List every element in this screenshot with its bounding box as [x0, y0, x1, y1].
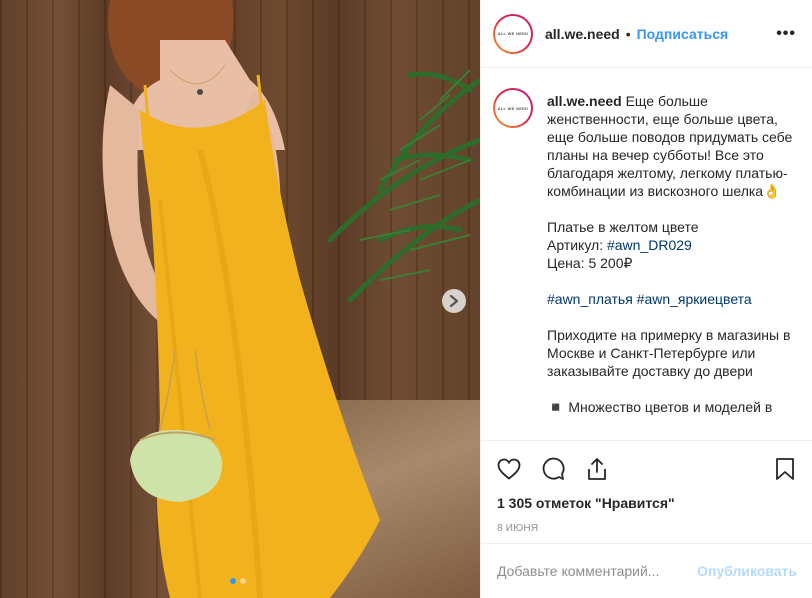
- article-hashtag[interactable]: #awn_DR029: [607, 237, 692, 253]
- caption-avatar[interactable]: ALL WE NEED: [493, 88, 533, 128]
- avatar[interactable]: ALL WE NEED: [493, 13, 533, 54]
- next-photo-button[interactable]: [442, 289, 466, 313]
- article-label: Артикул:: [547, 237, 604, 253]
- green-clutch: [130, 430, 223, 502]
- actions-section: 1 305 отметок "Нравится" 8 июня: [481, 440, 812, 534]
- save-button[interactable]: [773, 457, 797, 481]
- post-side-panel: ALL WE NEED all.we.need • Подписаться ••…: [480, 0, 812, 598]
- caption-avatar-logo: ALL WE NEED: [495, 90, 531, 126]
- comment-input[interactable]: [497, 563, 698, 579]
- post-date[interactable]: 8 июня: [481, 523, 812, 534]
- product-name: Платье в желтом цвете: [547, 219, 699, 235]
- comment-form: Опубликовать: [481, 543, 812, 598]
- carousel-dot-active: [230, 578, 236, 584]
- like-button[interactable]: [497, 457, 521, 481]
- post-header: ALL WE NEED all.we.need • Подписаться ••…: [481, 0, 812, 68]
- avatar-logo: ALL WE NEED: [495, 15, 531, 52]
- follow-button[interactable]: Подписаться: [637, 26, 729, 42]
- bullet-icon: ◾: [547, 399, 565, 415]
- bookmark-icon: [776, 458, 794, 480]
- caption-area: ALL WE NEED all.we.need Еще больше женст…: [481, 68, 812, 440]
- comment-icon: [542, 457, 565, 480]
- action-bar: [481, 441, 812, 497]
- plant-leaves: [327, 71, 480, 303]
- bullet-text: Множество цветов и моделей в: [568, 399, 773, 415]
- likes-count[interactable]: 1 305 отметок "Нравится": [481, 495, 812, 511]
- share-button[interactable]: [585, 457, 609, 481]
- caption-username[interactable]: all.we.need: [547, 93, 622, 109]
- caption-text: all.we.need Еще больше женственности, ещ…: [547, 92, 800, 440]
- share-icon: [588, 458, 606, 480]
- publish-button[interactable]: Опубликовать: [697, 563, 797, 579]
- header-separator: •: [625, 25, 631, 42]
- chevron-right-icon: [449, 295, 459, 307]
- hashtag-dresses[interactable]: #awn_платья: [547, 291, 633, 307]
- post-photo[interactable]: [0, 0, 480, 598]
- photo-scene: [102, 0, 480, 598]
- hashtag-bright-colors[interactable]: #awn_яркиецвета: [637, 291, 752, 307]
- visit-text: Приходите на примерку в магазины в Москв…: [547, 327, 791, 379]
- carousel-indicator: [230, 578, 246, 584]
- comment-button[interactable]: [541, 457, 565, 481]
- price: Цена: 5 200₽: [547, 255, 633, 271]
- carousel-dot: [240, 578, 246, 584]
- more-options-icon[interactable]: •••: [776, 25, 796, 43]
- header-username[interactable]: all.we.need: [545, 26, 620, 42]
- heart-icon: [497, 458, 521, 480]
